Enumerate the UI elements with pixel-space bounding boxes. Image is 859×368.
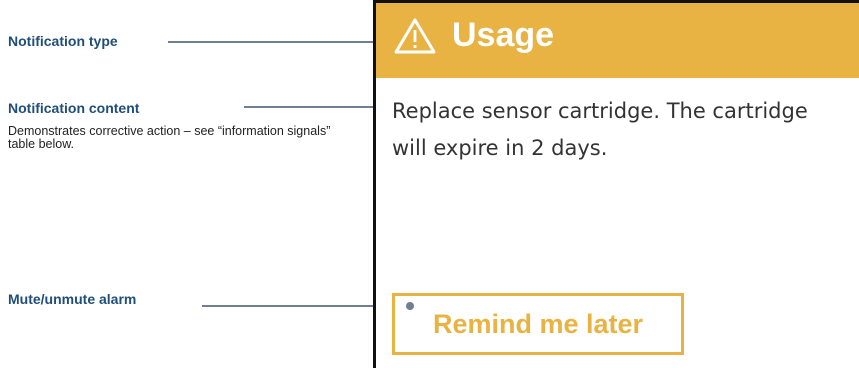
remind-me-later-button[interactable]: Remind me later (392, 293, 684, 355)
mute-alarm-leader-dot (406, 302, 414, 310)
warning-triangle-icon (394, 18, 436, 54)
notification-type-title: Usage (452, 16, 555, 54)
notification-type-label: Notification type (8, 33, 118, 49)
notification-content-label: Notification content (8, 100, 140, 116)
notification-message: Replace sensor cartridge. The cartridge … (392, 99, 808, 160)
notification-type-leader-line (168, 41, 380, 43)
notification-content-description: Demonstrates corrective action – see “in… (8, 124, 331, 151)
notification-content-leader-line (244, 106, 380, 108)
notification-header: Usage (376, 3, 859, 78)
mute-alarm-label: Mute/unmute alarm (8, 291, 137, 307)
device-screen: Usage Replace sensor cartridge. The cart… (373, 0, 859, 368)
